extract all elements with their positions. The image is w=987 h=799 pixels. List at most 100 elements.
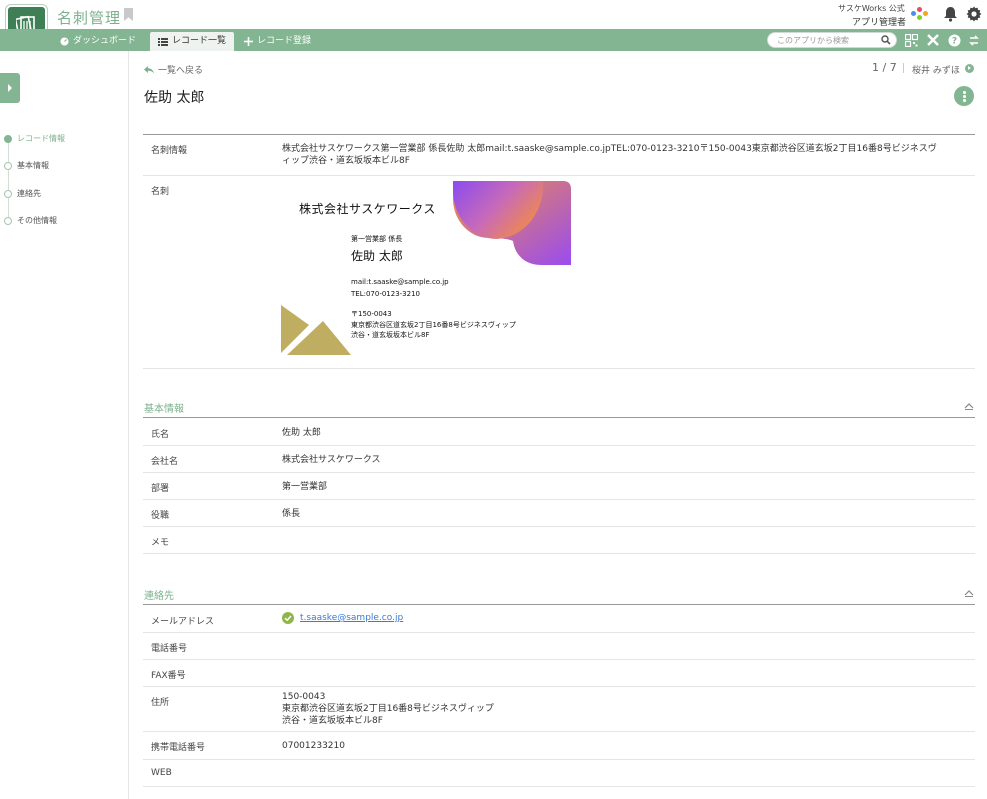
field-label: 役職 [151, 511, 170, 521]
business-card-image[interactable]: 株式会社サスケワークス 第一営業部 係長 佐助 太郎 mail:t.saaske… [281, 181, 571, 357]
sidebar-item-other-info[interactable]: その他情報 [4, 215, 57, 226]
section-title: 基本情報 [144, 404, 184, 415]
field-label: メモ [151, 538, 170, 548]
app-title: 名刺管理 [57, 9, 122, 27]
section-title: 連絡先 [144, 591, 174, 602]
field-label: 名刺情報 [151, 146, 188, 156]
field-value: 第一営業部 [282, 482, 328, 492]
sidebar-item-label: レコード情報 [17, 134, 65, 143]
table-row: 氏名 佐助 太郎 [143, 419, 975, 446]
table-row: 会社名 株式会社サスケワークス [143, 446, 975, 473]
address-line: 150-0043 [282, 692, 326, 702]
address-line: 渋谷・道玄坂坂本ビル8F [282, 716, 383, 726]
table-row: 名刺情報 株式会社サスケワークス第一営業部 係長佐助 太郎mail:t.saas… [143, 135, 975, 176]
card-tel: TEL:070-0123-3210 [351, 290, 420, 298]
chevron-up-icon[interactable] [964, 402, 974, 410]
qr-code-icon[interactable] [903, 32, 919, 48]
table-row: 住所 150-0043 東京都渋谷区道玄坂2丁目16番8号ビジネスヴィップ 渋谷… [143, 687, 975, 732]
user-role[interactable]: アプリ管理者 [852, 15, 906, 28]
search-input[interactable] [777, 34, 877, 46]
card-address-line: 渋谷・道玄坂坂本ビル8F [351, 331, 430, 339]
sidebar-item-label: 基本情報 [17, 161, 49, 170]
card-email: mail:t.saaske@sample.co.jp [351, 278, 449, 286]
sidebar: レコード情報 基本情報 連絡先 その他情報 [0, 51, 129, 799]
toc-dot-icon [4, 189, 12, 198]
field-label: 住所 [151, 698, 170, 708]
back-to-list-link[interactable]: 一覧へ戻る [144, 63, 203, 76]
field-value: 07001233210 [282, 741, 345, 751]
section-basic-info-header[interactable]: 基本情報 [143, 396, 975, 418]
table-row: FAX番号 [143, 660, 975, 687]
field-value: 佐助 太郎 [282, 428, 321, 438]
card-company-name: 株式会社サスケワークス [299, 202, 436, 216]
toc-dot-icon [4, 161, 12, 170]
sidebar-item-label: その他情報 [17, 216, 57, 225]
pager-divider [903, 63, 904, 73]
back-to-list-label: 一覧へ戻る [158, 66, 204, 76]
field-label: 名刺 [151, 187, 170, 197]
table-row: 部署 第一営業部 [143, 473, 975, 500]
field-label: WEB [151, 768, 172, 778]
tab-record-list-label: レコード一覧 [172, 36, 227, 46]
field-label: 携帯電話番号 [151, 743, 206, 753]
list-icon [158, 37, 168, 46]
table-row: メールアドレス t.saaske@sample.co.jp [143, 606, 975, 633]
contact-table: メールアドレス t.saaske@sample.co.jp 電話番号 FAX番号… [143, 606, 975, 787]
tab-dashboard[interactable]: ダッシュボード [52, 32, 144, 51]
field-value: 係長 [282, 509, 301, 519]
sidebar-item-label: 連絡先 [17, 189, 41, 198]
address-line: 東京都渋谷区道玄坂2丁目16番8号ビジネスヴィップ [282, 704, 494, 714]
section-contact-header[interactable]: 連絡先 [143, 583, 975, 605]
field-value: 株式会社サスケワークス [282, 455, 381, 465]
email-link[interactable]: t.saaske@sample.co.jp [300, 612, 403, 624]
table-row: WEB [143, 760, 975, 787]
more-options-button[interactable] [954, 86, 974, 106]
switch-icon[interactable] [966, 32, 982, 48]
field-label: FAX番号 [151, 671, 186, 681]
chevron-up-icon[interactable] [964, 589, 974, 597]
back-arrow-icon [144, 65, 154, 73]
tab-dashboard-label: ダッシュボード [73, 36, 137, 46]
meishi-info-line: ィップ渋谷・道玄坂坂本ビル8F [282, 156, 410, 166]
meishi-info-line: 株式会社サスケワークス第一営業部 係長佐助 太郎mail:t.saaske@sa… [282, 144, 937, 154]
apps-icon[interactable] [911, 7, 929, 21]
bell-icon[interactable] [943, 6, 958, 22]
tab-record-register-label: レコード登録 [257, 36, 312, 46]
sidebar-item-record-info[interactable]: レコード情報 [4, 133, 65, 144]
bookmark-icon[interactable] [124, 8, 133, 21]
field-label: 部署 [151, 484, 170, 494]
field-label: 氏名 [151, 430, 170, 440]
search-icon[interactable] [881, 35, 891, 45]
card-department: 第一営業部 係長 [351, 235, 403, 243]
sidebar-item-contact[interactable]: 連絡先 [4, 188, 41, 199]
help-icon[interactable]: ? [946, 32, 962, 48]
search-box[interactable] [767, 32, 897, 48]
card-person-name: 佐助 太郎 [351, 249, 403, 263]
sidebar-item-basic-info[interactable]: 基本情報 [4, 160, 49, 171]
sidebar-toggle-button[interactable] [0, 73, 20, 103]
field-value: 150-0043 東京都渋谷区道玄坂2丁目16番8号ビジネスヴィップ 渋谷・道玄… [282, 691, 494, 727]
verified-check-icon [282, 612, 294, 624]
table-row: 役職 係長 [143, 500, 975, 527]
field-value: 株式会社サスケワークス第一営業部 係長佐助 太郎mail:t.saaske@sa… [282, 143, 937, 167]
tools-icon[interactable] [925, 32, 941, 48]
card-zip: 〒150-0043 [351, 310, 392, 318]
plus-icon [244, 37, 253, 46]
field-label: メールアドレス [151, 617, 215, 627]
basic-info-table: 氏名 佐助 太郎 会社名 株式会社サスケワークス 部署 第一営業部 役職 係長 … [143, 419, 975, 554]
next-record-link[interactable]: 桜井 みずほ [912, 63, 960, 76]
org-name: サスケWorks 公式 [838, 4, 905, 13]
record-title: 佐助 太郎 [144, 90, 205, 106]
toc-dot-icon [4, 134, 12, 143]
table-row: 電話番号 [143, 633, 975, 660]
dashboard-icon [60, 37, 69, 46]
tab-record-register[interactable]: レコード登録 [236, 32, 319, 51]
gear-icon[interactable] [966, 6, 982, 22]
field-value: t.saaske@sample.co.jp [282, 612, 403, 624]
table-row: メモ [143, 527, 975, 554]
svg-text:?: ? [951, 36, 956, 46]
record-pager: 1 / 7 [872, 61, 897, 74]
toc-dot-icon [4, 216, 12, 225]
tab-record-list[interactable]: レコード一覧 [150, 32, 235, 51]
next-arrow-icon[interactable] [965, 64, 974, 73]
